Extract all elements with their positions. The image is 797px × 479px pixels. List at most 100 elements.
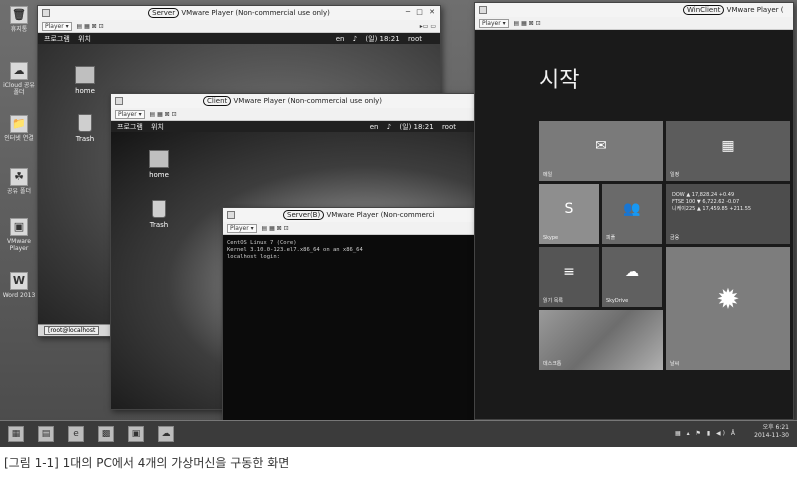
tile-label: 읽기 목록 (543, 298, 563, 304)
trash-icon (152, 200, 166, 218)
terminal-console[interactable]: CentOS Linux 7 (Core) Kernel 3.10.0-123.… (223, 235, 475, 428)
host-icon-icloud[interactable]: ☁ iCloud 공유 폴더 (2, 62, 36, 96)
player-menu-button[interactable]: Player ▾ (227, 224, 257, 233)
quote-row: DOW ▲ 17,828.24 +0.49 (672, 192, 751, 199)
titlebar[interactable]: Server VMware Player (Non-commercial use… (38, 6, 440, 20)
tile-finance[interactable]: DOW ▲ 17,828.24 +0.49 FTSE 100 ▼ 6,722.6… (666, 184, 790, 244)
host-icon-label: VMware Player (7, 238, 31, 252)
vm-name: Server(B) (283, 210, 325, 220)
window-title-suffix: VMware Player (Non-commerci (326, 211, 435, 219)
host-icon-folder[interactable]: 📁 인터넷 연결 (2, 115, 36, 142)
tile-label: 데스크톱 (543, 361, 562, 367)
tray-icons[interactable]: ▦ ▴ ⚑ ▮ ◀) Å (675, 430, 737, 437)
menu-places[interactable]: 위치 (78, 35, 91, 43)
player-menu-button[interactable]: Player ▾ (42, 22, 72, 31)
tray-clock[interactable]: 오후 6:21 2014-11-30 (754, 424, 789, 440)
taskbar-explorer-icon[interactable]: ▤ (38, 426, 54, 442)
host-icon-word[interactable]: W Word 2013 (2, 272, 36, 299)
taskbar-store-icon[interactable]: ▩ (98, 426, 114, 442)
host-icon-recycle-bin[interactable]: 🗑 휴지통 (2, 6, 36, 33)
vm-toolbar: Player ▾ ▤ ▦ ⊠ ⊡ (223, 222, 475, 235)
calendar-icon: ▦ (721, 138, 735, 155)
host-icon-vmware[interactable]: ▣ VMware Player (2, 218, 36, 252)
titlebar[interactable]: WinClient VMware Player ( (475, 3, 793, 17)
tile-label: 피플 (606, 235, 616, 241)
vm-window-serverb[interactable]: Server(B) VMware Player (Non-commerci Pl… (222, 207, 476, 429)
vmware-app-icon (227, 211, 235, 219)
figure-caption: [그림 1-1] 1대의 PC에서 4개의 가상머신을 구동한 화면 (4, 456, 290, 470)
toolbar-icons[interactable]: ▤ ▦ ⊠ ⊡ (514, 20, 541, 27)
window-title-suffix: VMware Player ( (726, 6, 784, 14)
host-icon-share[interactable]: ☘ 공유 폴더 (2, 168, 36, 195)
vm-toolbar: Player ▾ ▤ ▦ ⊠ ⊡ (111, 108, 474, 121)
taskbar-ie-icon[interactable]: e (68, 426, 84, 442)
desktop-icon-home[interactable]: home (139, 150, 179, 179)
clock[interactable]: (일) 18:21 (365, 35, 399, 43)
home-folder-icon (75, 66, 95, 84)
menu-applications[interactable]: 프로그램 (44, 35, 70, 43)
cloud-icon: ☁ (10, 62, 28, 80)
host-icon-label: Word 2013 (2, 292, 36, 299)
tile-skype[interactable]: S Skype (539, 184, 599, 244)
word-icon: W (10, 272, 28, 290)
vm-name: Server (148, 8, 180, 18)
vm-toolbar: Player ▾ ▤ ▦ ⊠ ⊡ ▸▭ ▭ (38, 20, 440, 33)
quote-name: DOW (672, 192, 685, 198)
menu-applications[interactable]: 프로그램 (117, 123, 143, 131)
reading-list-icon: ≡ (563, 264, 575, 281)
desktop-icon-trash[interactable]: Trash (139, 200, 179, 229)
taskbar-cloud-icon[interactable]: ☁ (158, 426, 174, 442)
mail-icon: ✉ (595, 138, 607, 155)
terminal-login-prompt[interactable]: localhost login: (227, 254, 471, 261)
vm-window-winclient[interactable]: WinClient VMware Player ( Player ▾ ▤ ▦ ⊠… (474, 2, 794, 420)
tile-skydrive[interactable]: ☁ SkyDrive (602, 247, 662, 307)
lang-indicator[interactable]: en (336, 35, 345, 43)
toolbar-icons[interactable]: ▤ ▦ ⊠ ⊡ (262, 225, 289, 232)
tile-label: 날씨 (670, 361, 680, 367)
volume-icon[interactable]: ♪ (387, 123, 391, 131)
desktop-icon-label: Trash (75, 135, 95, 143)
clock[interactable]: (일) 18:21 (399, 123, 433, 131)
desktop-icon-home[interactable]: home (65, 66, 105, 95)
tile-people[interactable]: 👥 피플 (602, 184, 662, 244)
desktop-icon-label: Trash (149, 221, 169, 229)
tile-reading-list[interactable]: ≡ 읽기 목록 (539, 247, 599, 307)
tile-label: 일정 (670, 172, 680, 178)
menu-places[interactable]: 위치 (151, 123, 164, 131)
tray-date: 2014-11-30 (754, 432, 789, 439)
user-menu[interactable]: root (442, 123, 456, 131)
lang-indicator[interactable]: en (370, 123, 379, 131)
tray-time: 오후 6:21 (762, 424, 789, 431)
vmware-icon: ▣ (10, 218, 28, 236)
skype-icon: S (564, 201, 574, 218)
titlebar[interactable]: Server(B) VMware Player (Non-commerci (223, 208, 475, 222)
quote-row: FTSE 100 ▼ 6,722.62 -0.07 (672, 199, 751, 206)
toolbar-right-icons[interactable]: ▸▭ ▭ (420, 20, 436, 32)
window-title-suffix: VMware Player (Non-commercial use only) (233, 97, 383, 105)
tile-mail[interactable]: ✉ 메일 (539, 121, 663, 181)
player-menu-button[interactable]: Player ▾ (115, 110, 145, 119)
tile-desktop[interactable]: 데스크톱 (539, 310, 663, 370)
toolbar-icons[interactable]: ▤ ▦ ⊠ ⊡ (150, 111, 177, 118)
host-taskbar: ▦ ▤ e ▩ ▣ ☁ ▦ ▴ ⚑ ▮ ◀) Å 오후 6:21 2014-11… (0, 420, 797, 447)
tile-calendar[interactable]: ▦ 일정 (666, 121, 790, 181)
desktop-icon-trash[interactable]: Trash (65, 114, 105, 143)
tile-weather[interactable]: ✹ 날씨 (666, 247, 790, 370)
user-menu[interactable]: root (408, 35, 422, 43)
window-controls[interactable]: ─ □ ✕ (406, 8, 437, 17)
trash-icon (78, 114, 92, 132)
desktop-icon-label: home (75, 87, 95, 95)
vmware-app-icon (479, 6, 487, 14)
quote-value: ▲ 17,828.24 +0.49 (686, 192, 735, 198)
titlebar[interactable]: Client VMware Player (Non-commercial use… (111, 94, 474, 108)
player-menu-button[interactable]: Player ▾ (479, 19, 509, 28)
taskbar-start-button[interactable]: ▦ (8, 426, 24, 442)
volume-icon[interactable]: ♪ (353, 35, 357, 43)
share-icon: ☘ (10, 168, 28, 186)
taskbar-vmware-icon[interactable]: ▣ (128, 426, 144, 442)
toolbar-icons[interactable]: ▤ ▦ ⊠ ⊡ (77, 23, 104, 30)
taskbar-terminal-item[interactable]: [root@localhost (44, 326, 100, 335)
window-title: Client VMware Player (Non-commercial use… (111, 94, 474, 108)
quote-value: ▼ 6,722.62 -0.07 (696, 199, 740, 205)
recycle-bin-icon: 🗑 (10, 6, 28, 24)
